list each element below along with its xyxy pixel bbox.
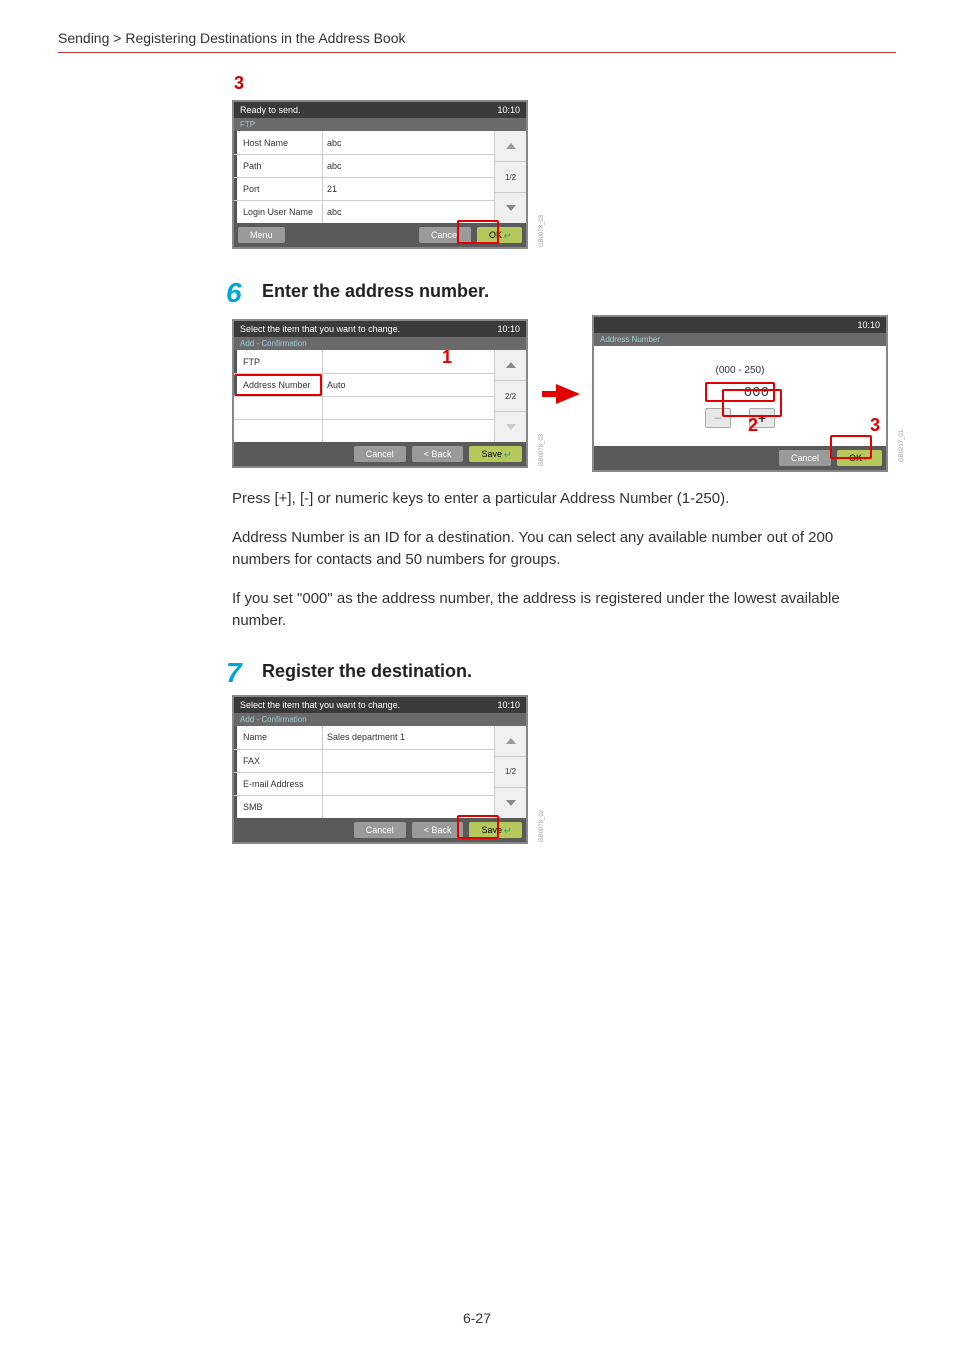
step-title-7: Register the destination. [262, 657, 472, 682]
cancel-button[interactable]: Cancel [354, 446, 406, 462]
back-button[interactable]: < Back [412, 822, 464, 838]
panel-subheader: Add - Confirmation [234, 713, 526, 726]
row-value [322, 796, 494, 818]
cancel-button[interactable]: Cancel [354, 822, 406, 838]
row-empty [234, 420, 322, 442]
scroll-up-button[interactable] [495, 131, 526, 162]
row-label[interactable]: FAX [234, 750, 322, 772]
body-text: If you set "000" as the address number, … [232, 588, 874, 633]
row-value[interactable]: abc [322, 155, 494, 177]
step-title-6: Enter the address number. [262, 277, 489, 302]
row-label[interactable]: Name [234, 726, 322, 749]
scroll-up-button[interactable] [495, 726, 526, 757]
caption: GB0078_03 [539, 434, 545, 466]
row-empty [322, 420, 494, 442]
panel-subheader: FTP [234, 118, 526, 131]
chevron-down-icon [506, 424, 516, 430]
page-indicator: 1/2 [495, 162, 526, 193]
arrow-right-icon [556, 384, 580, 404]
number-display[interactable]: 000 [705, 382, 775, 402]
panel-subheader: Address Number [594, 333, 886, 346]
scroll-down-button[interactable] [495, 193, 526, 223]
row-empty [234, 397, 322, 419]
save-button[interactable]: Save [469, 446, 522, 462]
minus-button[interactable]: − [705, 408, 731, 428]
row-label: Login User Name [234, 201, 322, 223]
panel-time: 10:10 [497, 324, 520, 334]
ok-button[interactable]: OK [837, 450, 882, 466]
enter-icon [502, 825, 510, 833]
enter-icon [502, 449, 510, 457]
page-indicator: 2/2 [495, 381, 526, 412]
row-label[interactable]: E-mail Address [234, 773, 322, 795]
callout-2: 2 [748, 415, 758, 436]
panel-ftp-confirm: Ready to send. 10:10 FTP Host Nameabc Pa… [232, 100, 528, 249]
chevron-up-icon [506, 143, 516, 149]
caption: GB0078_02 [539, 809, 545, 841]
row-label: Port [234, 178, 322, 200]
body-text: Press [+], [-] or numeric keys to enter … [232, 488, 874, 511]
scroll-down-button[interactable] [495, 412, 526, 442]
scroll-up-button[interactable] [495, 350, 526, 381]
panel-status: Ready to send. [240, 105, 301, 115]
chevron-down-icon [506, 205, 516, 211]
row-label[interactable]: FTP [234, 350, 322, 373]
row-value [322, 750, 494, 772]
callout-1: 1 [442, 347, 452, 368]
panel-time: 10:10 [497, 700, 520, 710]
caption: GB0217_01 [899, 430, 905, 462]
panel-address-number: 10:10 Address Number (000 - 250) 000 − +… [592, 315, 888, 472]
divider [58, 52, 896, 53]
menu-button[interactable]: Menu [238, 227, 285, 243]
panel-subheader: Add - Confirmation [234, 337, 526, 350]
caption: GB0078_03 [539, 215, 545, 247]
cancel-button[interactable]: Cancel [779, 450, 831, 466]
panel-status: Select the item that you want to change. [240, 700, 400, 710]
back-button[interactable]: < Back [412, 446, 464, 462]
row-value [322, 773, 494, 795]
step-number-6: 6 [226, 277, 250, 309]
page-indicator: 1/2 [495, 757, 526, 788]
row-value [322, 350, 494, 373]
cancel-button[interactable]: Cancel [419, 227, 471, 243]
row-value: Sales department 1 [322, 726, 494, 749]
panel-add-confirmation: Select the item that you want to change.… [232, 319, 528, 468]
row-value: Auto [322, 374, 494, 396]
row-value[interactable]: 21 [322, 178, 494, 200]
body-text: Address Number is an ID for a destinatio… [232, 527, 874, 572]
save-button[interactable]: Save [469, 822, 522, 838]
number-range: (000 - 250) [716, 365, 765, 376]
enter-icon [862, 453, 870, 461]
page-number: 6-27 [0, 1310, 954, 1326]
row-label: Host Name [234, 131, 322, 154]
row-value[interactable]: abc [322, 201, 494, 223]
row-label: Path [234, 155, 322, 177]
chevron-up-icon [506, 738, 516, 744]
row-value[interactable]: abc [322, 131, 494, 154]
ok-button[interactable]: OK [477, 227, 522, 243]
panel-register-destination: Select the item that you want to change.… [232, 695, 528, 844]
chevron-up-icon [506, 362, 516, 368]
chevron-down-icon [506, 800, 516, 806]
enter-icon [502, 230, 510, 238]
row-address-number[interactable]: Address Number [234, 374, 322, 396]
step-number-3: 3 [234, 73, 258, 94]
step-number-7: 7 [226, 657, 250, 689]
row-empty [322, 397, 494, 419]
panel-time: 10:10 [497, 105, 520, 115]
row-label[interactable]: SMB [234, 796, 322, 818]
callout-3: 3 [870, 415, 880, 436]
scroll-down-button[interactable] [495, 788, 526, 818]
panel-time: 10:10 [857, 320, 880, 330]
breadcrumb: Sending > Registering Destinations in th… [0, 0, 954, 52]
panel-status: Select the item that you want to change. [240, 324, 400, 334]
